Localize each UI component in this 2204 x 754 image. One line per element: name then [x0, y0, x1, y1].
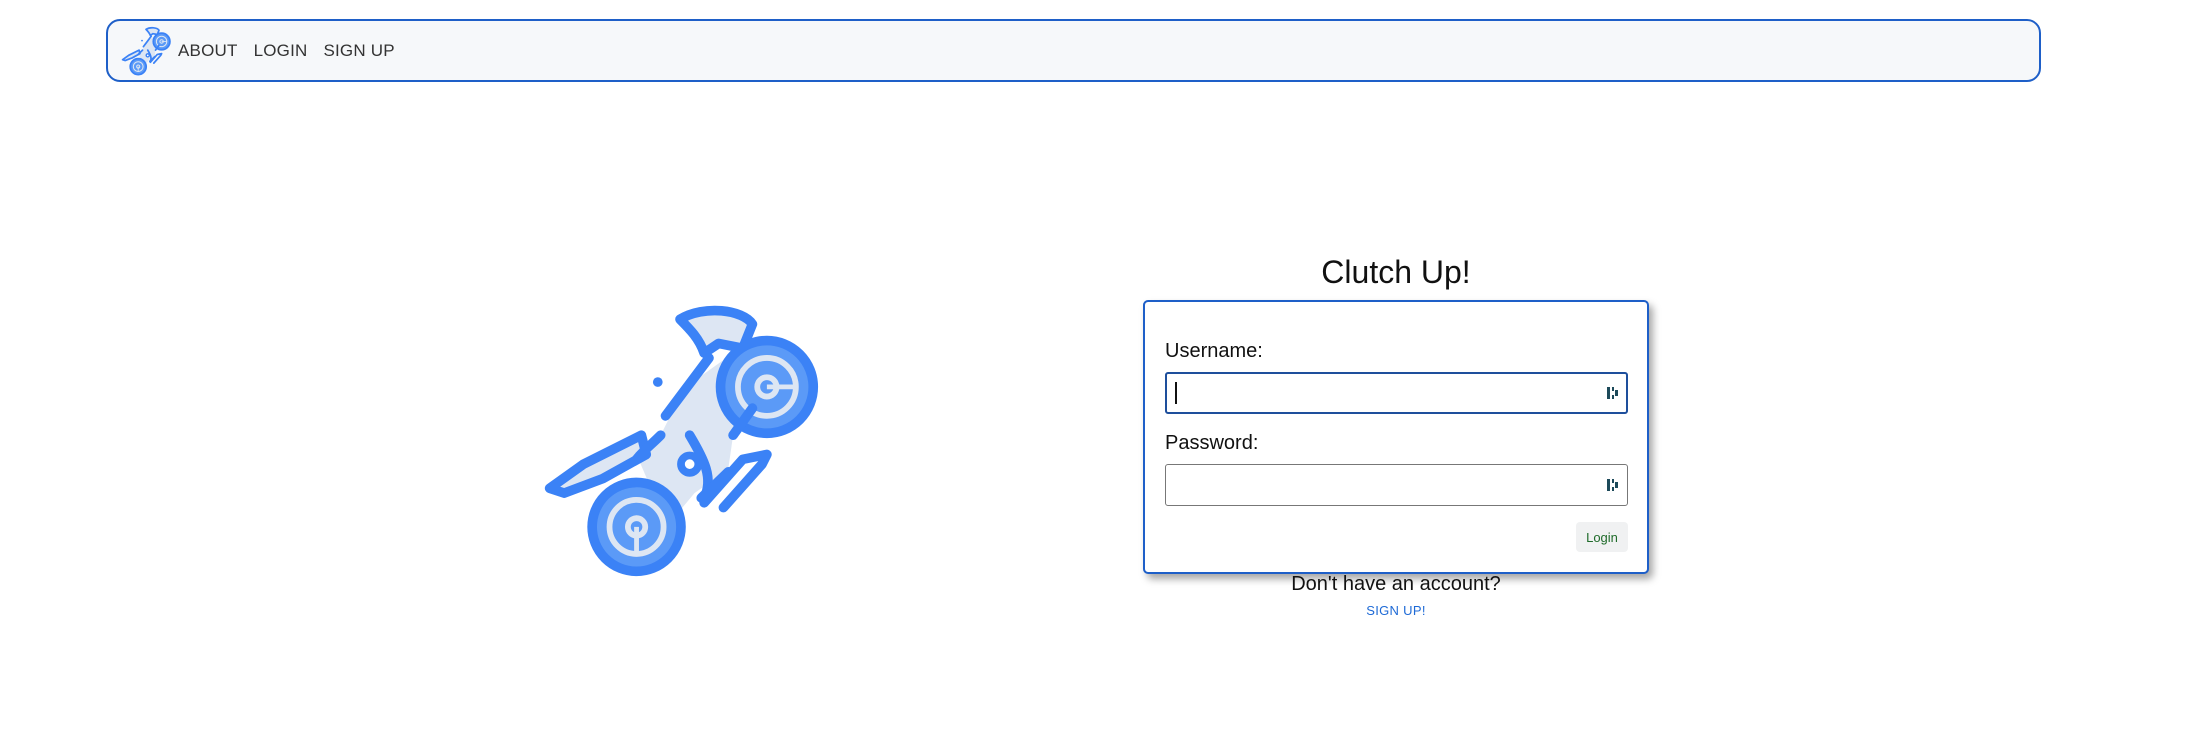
- page: ABOUT LOGIN SIGN UP Clutch Up! Username:…: [0, 0, 2204, 754]
- username-label: Username:: [1165, 340, 1263, 362]
- password-label: Password:: [1165, 432, 1259, 454]
- password-manager-icon[interactable]: [1607, 386, 1619, 400]
- login-form: Username: Password: Login: [1143, 300, 1649, 574]
- text-caret: [1175, 382, 1177, 404]
- login-button[interactable]: Login: [1576, 522, 1628, 552]
- top-navbar: ABOUT LOGIN SIGN UP: [106, 19, 2041, 82]
- nav-link-login[interactable]: LOGIN: [254, 41, 308, 61]
- motorcycle-wheelie-icon[interactable]: [120, 25, 172, 77]
- nav-link-signup[interactable]: SIGN UP: [323, 41, 394, 61]
- hero-image: [535, 300, 825, 580]
- signup-link[interactable]: SIGN UP!: [1143, 603, 1649, 618]
- login-title: Clutch Up!: [1321, 254, 1471, 290]
- motorcycle-wheelie-icon: [535, 300, 825, 580]
- username-input[interactable]: [1165, 372, 1628, 414]
- nav-link-about[interactable]: ABOUT: [178, 41, 238, 61]
- password-input[interactable]: [1165, 464, 1628, 506]
- no-account-text: Don't have an account?: [1291, 573, 1501, 595]
- password-manager-icon[interactable]: [1607, 478, 1619, 492]
